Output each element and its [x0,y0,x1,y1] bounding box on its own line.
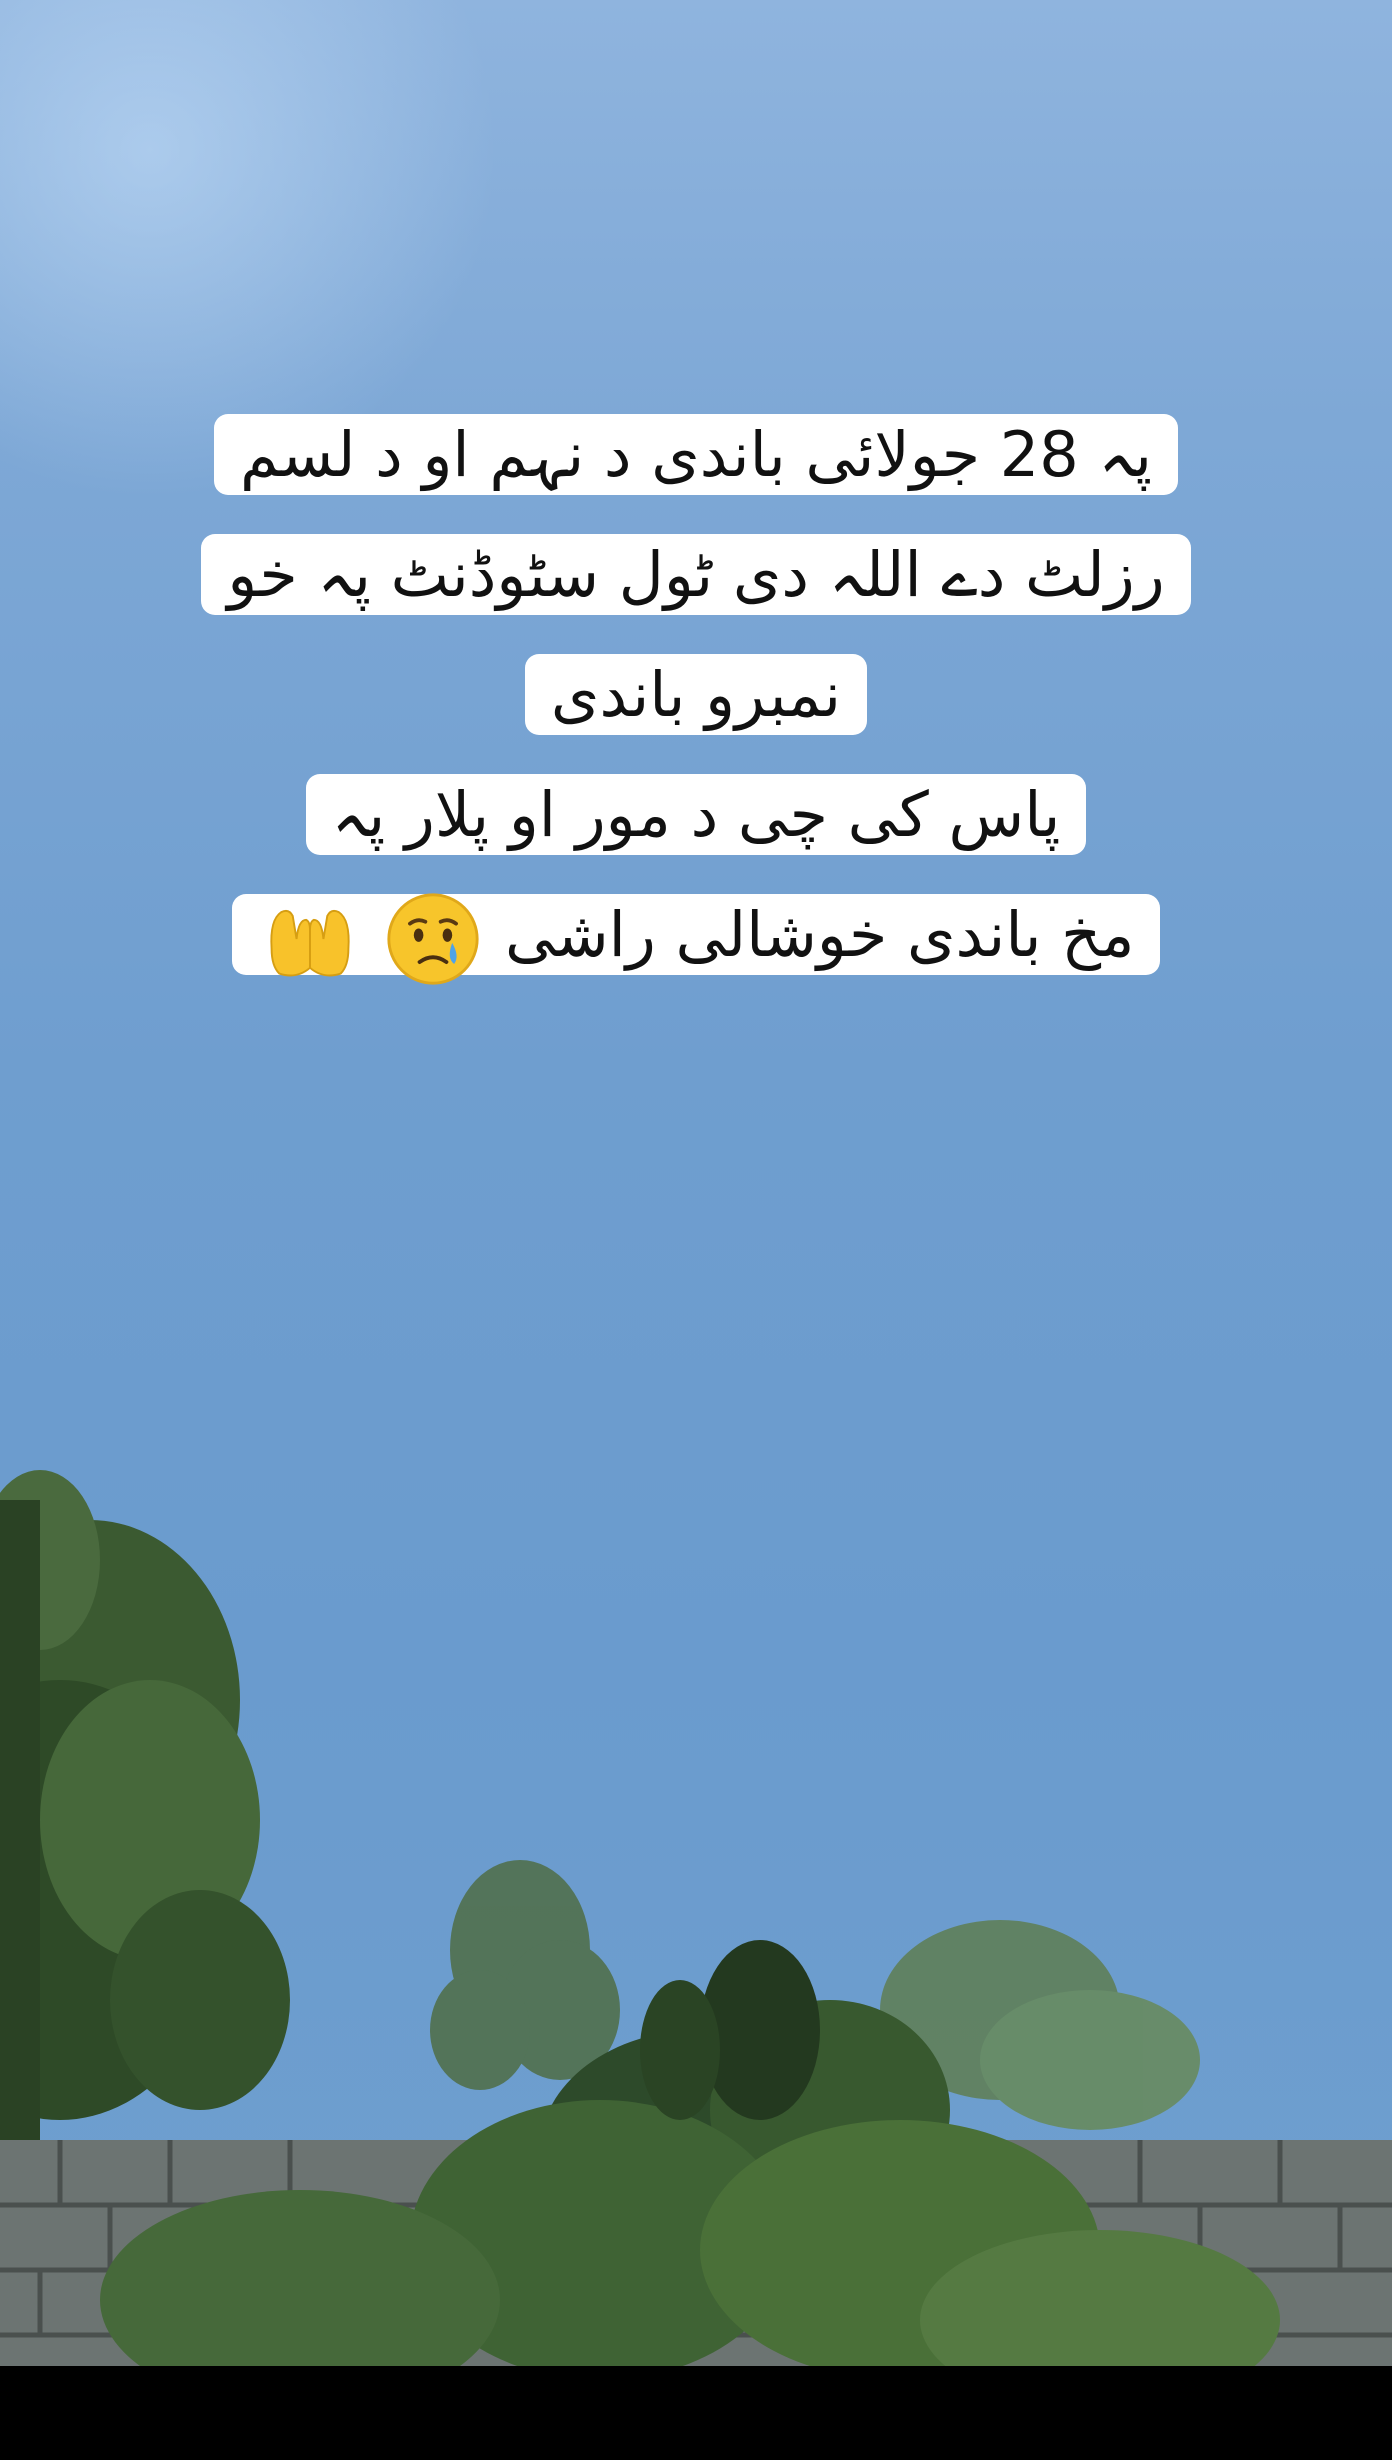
video-frame: پہ 28 جولائی باندی د نہم او د لسم رزلٹ د… [0,0,1392,2460]
caption-overlay: پہ 28 جولائی باندی د نہم او د لسم رزلٹ د… [0,395,1392,995]
palms-up-together-icon [269,909,350,977]
caption-line-4: پاس کی چی د مور او پلار پہ [0,755,1392,875]
crying-face-icon [387,893,479,985]
caption-line-1: پہ 28 جولائی باندی د نہم او د لسم [0,395,1392,515]
bottom-black-bar [0,2366,1392,2460]
caption-line-5: مخ باندی خوشالی راشی [0,875,1392,995]
caption-line-2: رزلٹ دے اللہ دی ٹول سٹوڈنٹ پہ خو [0,515,1392,635]
sky-photo [0,0,1392,2366]
left-tree [0,1470,290,2200]
caption-line-3: نمبرو باندی [0,635,1392,755]
scenery [0,1470,1392,2366]
